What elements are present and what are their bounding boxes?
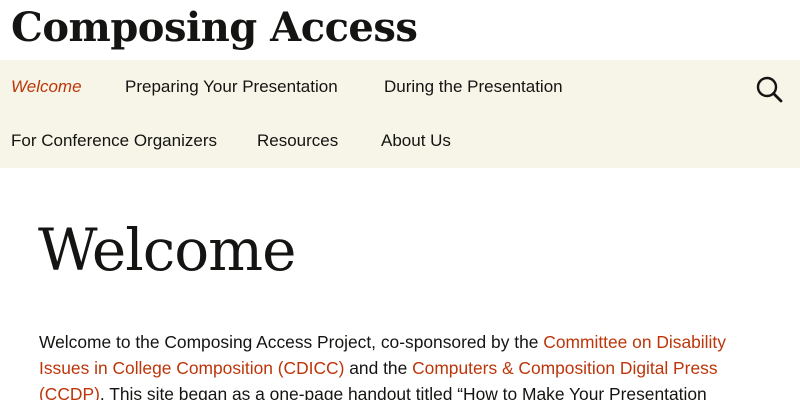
intro-text-3: . This site began as a one-page handout …	[99, 384, 707, 400]
nav-item-resources[interactable]: Resources	[257, 131, 338, 151]
nav-item-for-conference-organizers[interactable]: For Conference Organizers	[11, 131, 217, 151]
search-icon	[756, 76, 783, 103]
nav-item-during-the-presentation[interactable]: During the Presentation	[384, 77, 563, 97]
nav-item-preparing-your-presentation[interactable]: Preparing Your Presentation	[125, 77, 338, 97]
main-navigation: Welcome Preparing Your Presentation Duri…	[0, 60, 800, 168]
nav-item-welcome[interactable]: Welcome	[11, 77, 82, 97]
page-title: Welcome	[38, 216, 296, 284]
search-button[interactable]	[750, 72, 790, 112]
site-header: Composing Access	[0, 0, 800, 60]
intro-text-1: Welcome to the Composing Access Project,…	[39, 332, 544, 352]
intro-paragraph: Welcome to the Composing Access Project,…	[39, 329, 769, 400]
nav-item-about-us[interactable]: About Us	[381, 131, 451, 151]
intro-text-2: and the	[344, 358, 413, 378]
site-title[interactable]: Composing Access	[11, 4, 418, 52]
